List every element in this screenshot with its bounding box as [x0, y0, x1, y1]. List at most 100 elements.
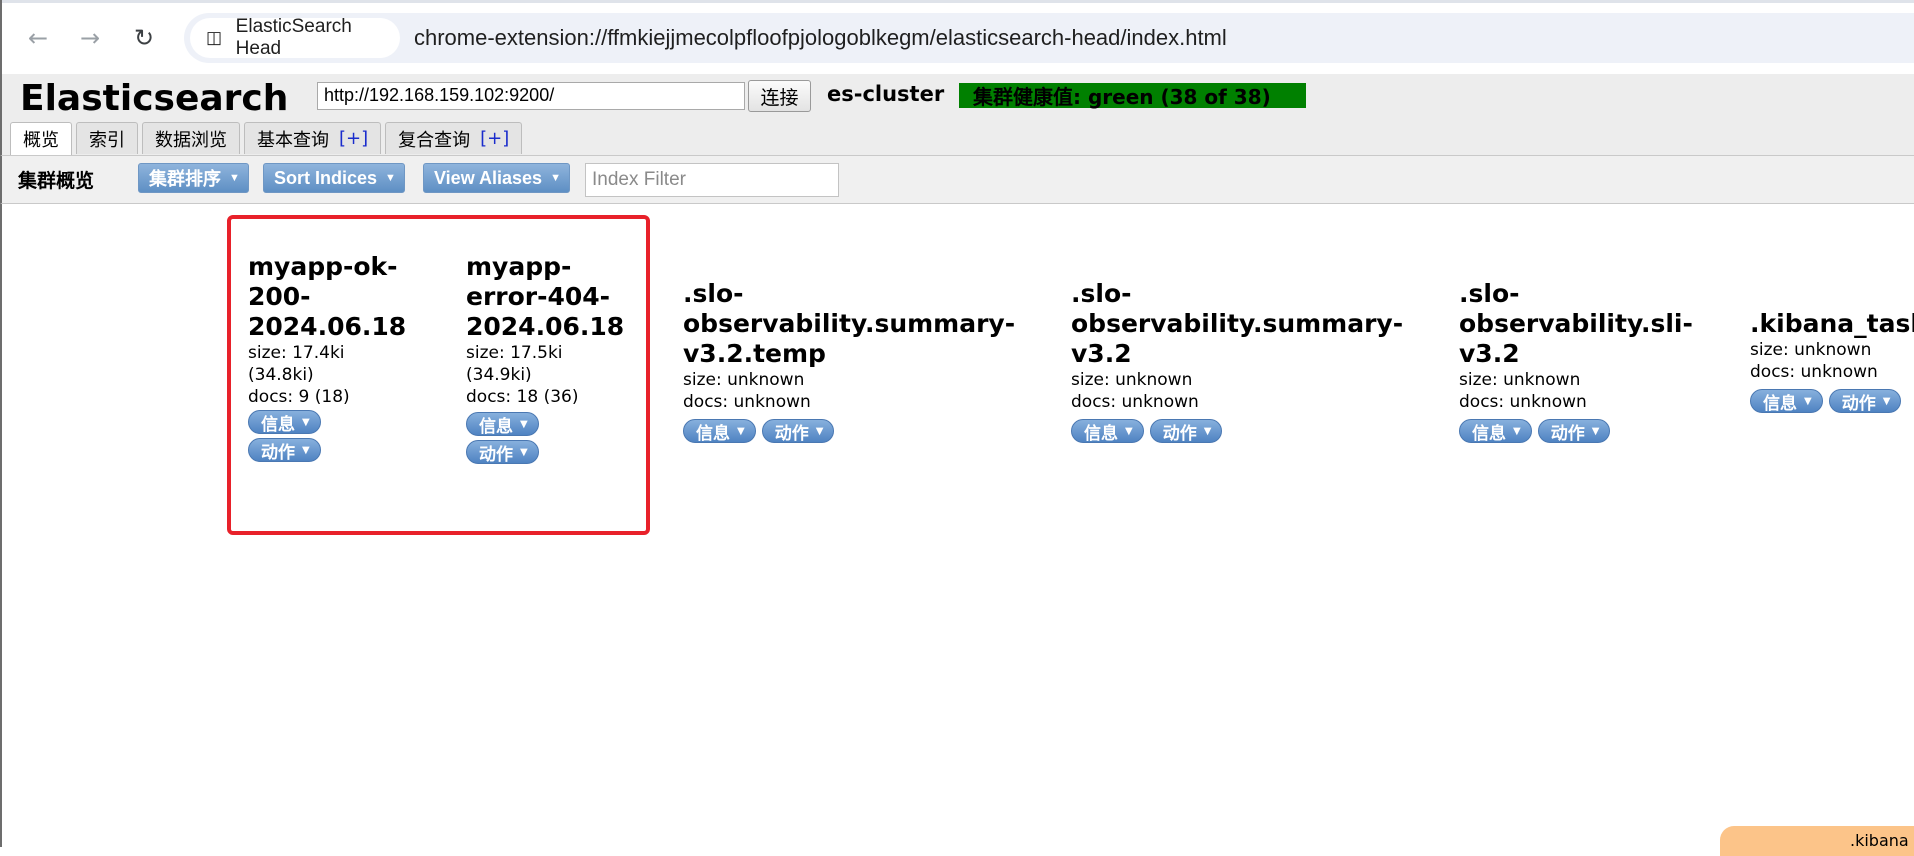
index-card: .kibana_tasl size: unknown docs: unknown…	[1750, 309, 1914, 415]
site-info-chip[interactable]: ◫ ElasticSearch Head	[190, 16, 400, 59]
connect-button[interactable]: 连接	[748, 80, 811, 112]
pill-label: 动作	[261, 442, 295, 463]
chevron-down-icon: ▼	[1125, 425, 1133, 437]
pill-label: 动作	[774, 423, 809, 444]
view-aliases-button[interactable]: View Aliases ▼	[423, 163, 570, 193]
tab-label: 数据浏览	[155, 129, 227, 151]
index-card: .slo- observability.sli- v3.2 size: unkn…	[1459, 279, 1693, 445]
index-size: size: unknown	[1459, 370, 1581, 390]
cluster-name: es-cluster	[827, 82, 945, 106]
chevron-down-icon: ▼	[302, 444, 310, 456]
index-card: myapp- error-404- 2024.06.18 size: 17.5k…	[466, 252, 624, 466]
chevron-down-icon: ▼	[302, 416, 310, 428]
button-label: View Aliases	[434, 167, 543, 188]
main-tabs: 概览 索引 数据浏览 基本查询 [+] 复合查询 [+]	[10, 122, 523, 155]
tab-indices[interactable]: 索引	[76, 122, 138, 154]
site-label: ElasticSearch Head	[235, 16, 352, 59]
chevron-down-icon: ▼	[1882, 395, 1891, 407]
cluster-health-badge: 集群健康值: green (38 of 38)	[959, 83, 1306, 109]
pill-label: 信息	[1472, 423, 1506, 444]
tab-strip-edge	[2, 0, 1914, 3]
index-size: size: unknown	[683, 370, 805, 390]
pill-label: 信息	[479, 416, 513, 437]
tab-compound-query[interactable]: 复合查询 [+]	[385, 122, 523, 154]
tab-label: 索引	[89, 129, 125, 151]
tab-label: 复合查询	[398, 129, 471, 151]
button-label: 集群排序	[149, 169, 221, 189]
cluster-sort-button[interactable]: 集群排序 ▼	[138, 163, 249, 193]
info-menu-button[interactable]: 信息 ▼	[466, 412, 539, 437]
action-menu-button[interactable]: 动作 ▼	[1149, 419, 1223, 444]
index-docs: docs: unknown	[683, 392, 811, 412]
index-size: size: unknown	[1071, 370, 1193, 390]
index-card: .slo- observability.summary- v3.2.temp s…	[683, 279, 1015, 445]
sort-indices-button[interactable]: Sort Indices ▼	[263, 163, 405, 193]
tab-basic-query[interactable]: 基本查询 [+]	[244, 122, 382, 154]
info-menu-button[interactable]: 信息 ▼	[683, 419, 756, 444]
index-card: myapp-ok- 200- 2024.06.18 size: 17.4ki (…	[248, 252, 406, 464]
chevron-down-icon: ▼	[229, 172, 240, 184]
connect-url-input[interactable]: http://192.168.159.102:9200/	[317, 82, 745, 110]
info-menu-button[interactable]: 信息 ▼	[1071, 419, 1144, 444]
arrow-left-icon: ←	[27, 24, 49, 52]
cluster-overview: myapp-ok- 200- 2024.06.18 size: 17.4ki (…	[0, 204, 1914, 856]
url-text[interactable]: chrome-extension://ffmkiejjmecolpfloofpj…	[414, 25, 1227, 51]
pill-label: 信息	[1763, 393, 1797, 414]
pill-label: 动作	[479, 444, 513, 465]
tab-browser[interactable]: 数据浏览	[142, 122, 240, 154]
tab-label: 基本查询	[257, 129, 329, 151]
chevron-down-icon: ▼	[385, 172, 396, 184]
tab-add-icon[interactable]: [+]	[339, 128, 368, 149]
index-name: .slo- observability.sli- v3.2	[1459, 279, 1693, 368]
overview-toolbar: 集群概览 集群排序 ▼ Sort Indices ▼ View Aliases …	[0, 155, 1914, 203]
chevron-down-icon: ▼	[520, 446, 528, 458]
action-menu-button[interactable]: 动作 ▼	[761, 419, 835, 444]
chevron-down-icon: ▼	[1203, 425, 1212, 437]
pill-label: 信息	[261, 414, 295, 435]
button-label: Sort Indices	[274, 167, 378, 188]
forward-button[interactable]: →	[72, 20, 108, 56]
app-logo: Elasticsearch	[20, 78, 289, 119]
section-title: 集群概览	[18, 170, 95, 192]
tab-overview[interactable]: 概览	[10, 122, 72, 155]
address-bar[interactable]: ◫ ElasticSearch Head chrome-extension://…	[184, 13, 1914, 63]
arrow-right-icon: →	[79, 24, 101, 52]
chevron-down-icon: ▼	[1591, 425, 1600, 437]
tab-label: 概览	[23, 130, 59, 151]
extension-puzzle-icon: ◫	[206, 28, 223, 47]
pill-label: 动作	[1162, 423, 1197, 444]
reload-button[interactable]: ↻	[126, 20, 162, 56]
action-menu-button[interactable]: 动作 ▼	[1828, 389, 1902, 414]
index-docs: docs: unknown	[1459, 392, 1587, 412]
back-button[interactable]: ←	[20, 20, 56, 56]
index-docs: docs: unknown	[1750, 362, 1878, 382]
pill-label: 信息	[1084, 423, 1118, 444]
chevron-down-icon: ▼	[1513, 425, 1521, 437]
pill-label: 动作	[1841, 393, 1876, 414]
index-size: size: 17.5ki (34.9ki)	[466, 343, 563, 385]
action-menu-button[interactable]: 动作 ▼	[466, 440, 539, 465]
index-name: myapp- error-404- 2024.06.18	[466, 252, 625, 341]
action-menu-button[interactable]: 动作 ▼	[248, 438, 321, 463]
reload-icon: ↻	[133, 24, 155, 52]
pill-label: 动作	[1550, 423, 1585, 444]
chevron-down-icon: ▼	[815, 425, 824, 437]
browser-toolbar: ← → ↻ ◫ ElasticSearch Head chrome-extens…	[0, 0, 1914, 74]
index-docs: docs: unknown	[1071, 392, 1199, 412]
index-size: size: unknown	[1750, 340, 1872, 360]
index-card: .slo- observability.summary- v3.2 size: …	[1071, 279, 1403, 445]
node-chip[interactable]: .kibana	[1720, 826, 1914, 856]
index-name: .slo- observability.summary- v3.2	[1071, 279, 1404, 368]
tab-add-icon[interactable]: [+]	[480, 128, 509, 149]
index-name: myapp-ok- 200- 2024.06.18	[248, 252, 407, 341]
info-menu-button[interactable]: 信息 ▼	[248, 410, 321, 435]
info-menu-button[interactable]: 信息 ▼	[1750, 389, 1823, 414]
chevron-down-icon: ▼	[737, 425, 745, 437]
pill-label: 信息	[696, 423, 730, 444]
action-menu-button[interactable]: 动作 ▼	[1537, 419, 1611, 444]
index-filter-input[interactable]: Index Filter	[585, 163, 839, 197]
index-size: size: 17.4ki (34.8ki)	[248, 343, 345, 385]
index-docs: docs: 18 (36)	[466, 387, 579, 407]
info-menu-button[interactable]: 信息 ▼	[1459, 419, 1532, 444]
chevron-down-icon: ▼	[550, 172, 561, 184]
